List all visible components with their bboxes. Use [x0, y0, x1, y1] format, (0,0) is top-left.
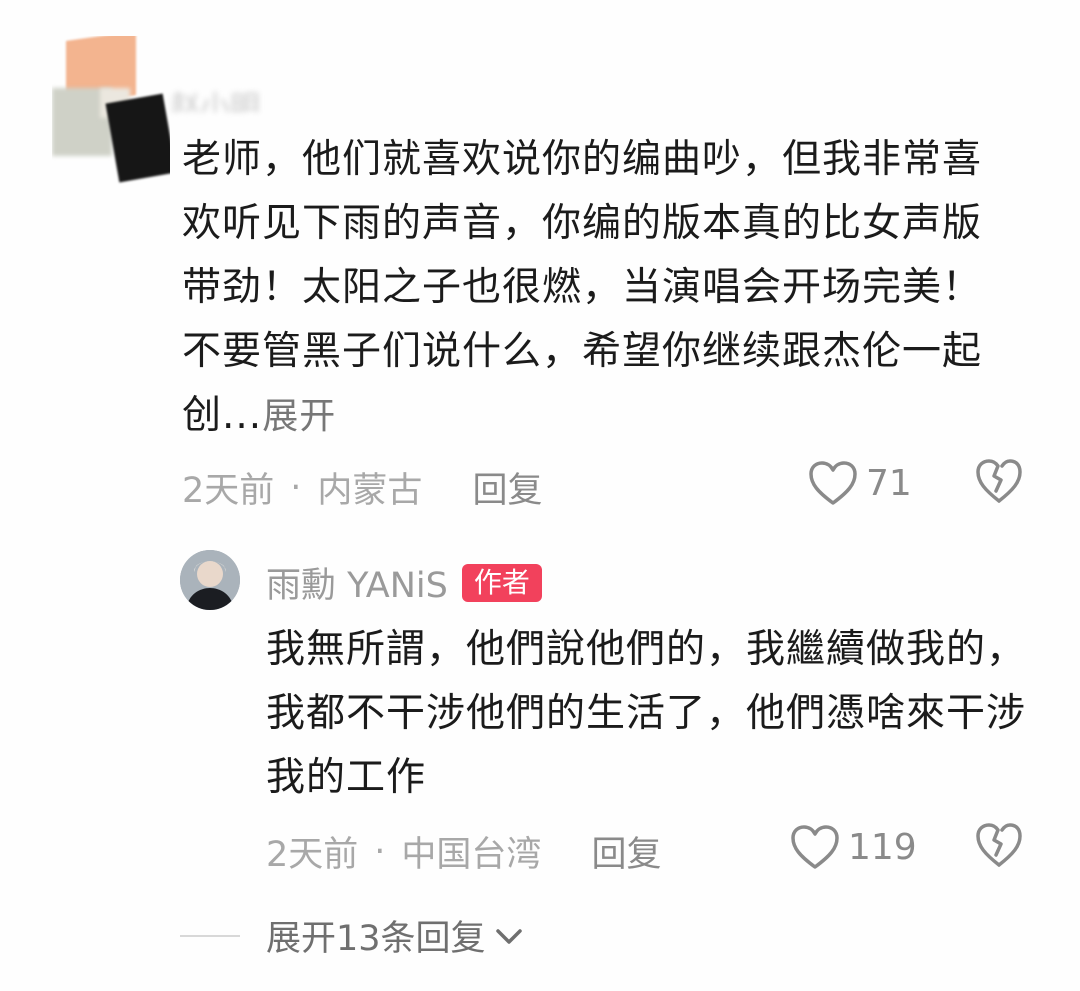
reply-like-button[interactable]: 119	[790, 824, 917, 870]
reply-text: 我無所謂，他們說他們的，我繼續做我的，我都不干涉他們的生活了，他們憑啥來干涉我的…	[266, 627, 1027, 800]
chevron-down-icon	[495, 928, 522, 944]
divider-line	[180, 934, 240, 937]
like-count: 71	[866, 462, 912, 504]
reply-time: 2天前	[266, 835, 359, 875]
reply-meta: 2天前 · 中国台湾 回复	[266, 826, 661, 877]
heart-outline-icon	[791, 825, 839, 869]
expand-replies-label: 展开13条回复	[266, 919, 486, 959]
reply-dislike-button[interactable]	[975, 822, 1023, 872]
reply-like-count: 119	[848, 826, 917, 868]
meta-separator: ·	[290, 467, 302, 508]
comment-meta: 2天前 · 内蒙古 回复	[182, 462, 542, 513]
author-badge: 作者	[461, 563, 542, 602]
comment-location: 内蒙古	[317, 471, 423, 511]
reply-author: 雨勳 YANiS 作者	[266, 557, 542, 608]
reply-button[interactable]: 回复	[472, 462, 542, 513]
broken-heart-icon	[976, 823, 1022, 867]
comment-text: 老师，他们就喜欢说你的编曲吵，但我非常喜欢听见下雨的声音，你编的版本真的比女声版…	[182, 128, 1002, 449]
expand-text-button[interactable]: 展开	[262, 396, 336, 437]
reply-reply-button[interactable]: 回复	[591, 826, 661, 877]
reply-username[interactable]: 雨勳 YANiS	[266, 557, 448, 608]
comment-card: 赵小明 老师，他们就喜欢说你的编曲吵，但我非常喜欢听见下雨的声音，你编的版本真的…	[0, 0, 1080, 540]
heart-outline-icon	[809, 461, 857, 505]
comment-username[interactable]: 赵小明	[170, 82, 330, 112]
dislike-button[interactable]	[975, 458, 1023, 508]
meta-separator: ·	[374, 831, 386, 872]
reply-avatar[interactable]	[180, 550, 240, 610]
broken-heart-icon	[976, 459, 1022, 503]
avatar[interactable]	[52, 36, 170, 194]
expand-replies-button[interactable]: 展开13条回复	[180, 910, 526, 961]
comment-time: 2天前	[182, 471, 275, 511]
comment-body: 老师，他们就喜欢说你的编曲吵，但我非常喜欢听见下雨的声音，你编的版本真的比女声版…	[182, 137, 983, 438]
reply-location: 中国台湾	[401, 835, 542, 875]
like-button[interactable]: 71	[808, 460, 912, 506]
